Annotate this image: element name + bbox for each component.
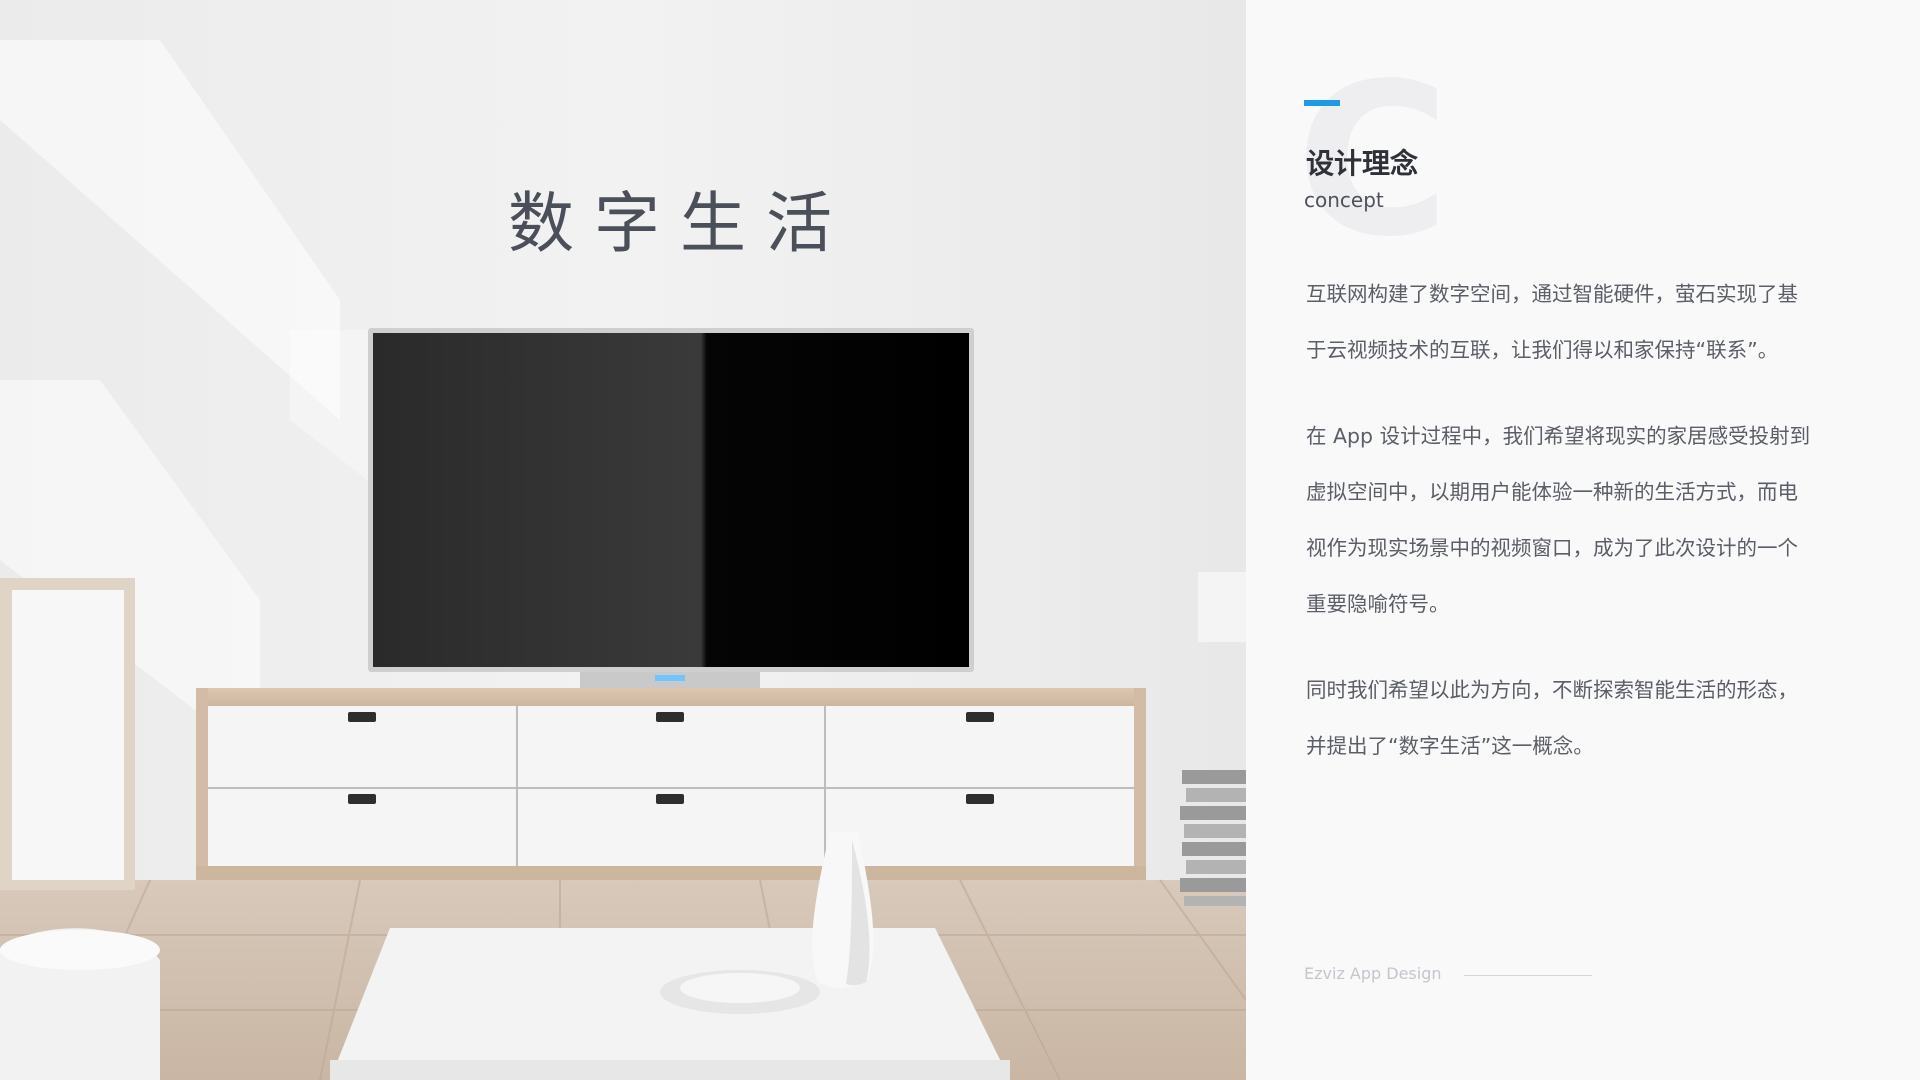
paragraph-line: 互联网构建了数字空间，通过智能硬件，萤石实现了基: [1306, 282, 1798, 306]
accent-bar: [1304, 100, 1340, 106]
paragraph-1: 互联网构建了数字空间，通过智能硬件，萤石实现了基 于云视频技术的互联，让我们得以…: [1306, 266, 1866, 378]
paragraph-line: 虚拟空间中，以期用户能体验一种新的生活方式，而电: [1306, 480, 1798, 504]
paragraph-line: 于云视频技术的互联，让我们得以和家保持“联系”。: [1306, 338, 1779, 362]
paragraph-line: 视作为现实场景中的视频窗口，成为了此次设计的一个: [1306, 536, 1798, 560]
paragraph-line: 同时我们希望以此为方向，不断探索智能生活的形态，: [1306, 678, 1798, 702]
concept-panel: C 设计理念 concept 互联网构建了数字空间，通过智能硬件，萤石实现了基 …: [1246, 0, 1920, 1080]
paragraph-line: 并提出了“数字生活”这一概念。: [1306, 734, 1594, 758]
paragraph-line: 重要隐喻符号。: [1306, 592, 1450, 616]
section-subheading: concept: [1304, 188, 1384, 212]
living-room-scene: 数字生活: [0, 0, 1246, 1080]
paragraph-3: 同时我们希望以此为方向，不断探索智能生活的形态， 并提出了“数字生活”这一概念。: [1306, 662, 1866, 774]
footer-caption: Ezviz App Design: [1304, 964, 1442, 983]
living-room-illustration: [0, 0, 1246, 1080]
section-heading: 设计理念: [1306, 147, 1419, 180]
scene-title: 数字生活: [508, 185, 852, 262]
footer-divider: [1464, 975, 1592, 976]
paragraph-line: 在 App 设计过程中，我们希望将现实的家居感受投射到: [1306, 424, 1811, 448]
paragraph-2: 在 App 设计过程中，我们希望将现实的家居感受投射到 虚拟空间中，以期用户能体…: [1306, 408, 1866, 632]
concept-paragraphs: 互联网构建了数字空间，通过智能硬件，萤石实现了基 于云视频技术的互联，让我们得以…: [1306, 266, 1866, 804]
